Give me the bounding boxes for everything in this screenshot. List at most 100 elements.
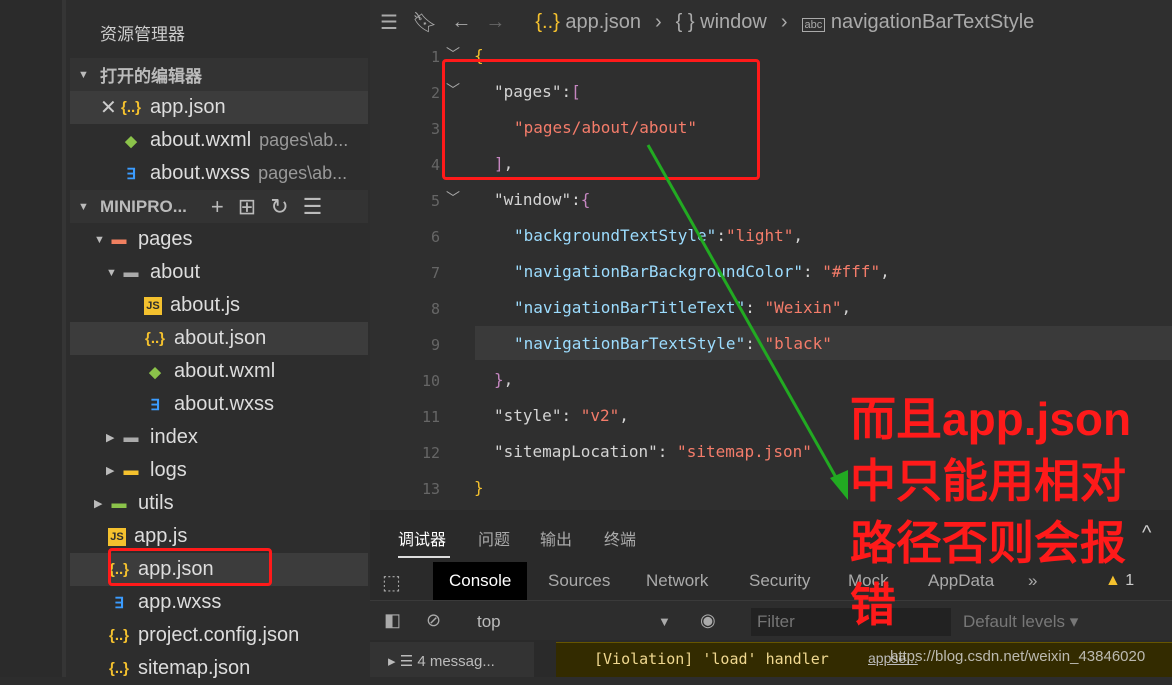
highlight-box xyxy=(442,59,760,180)
chevron-right-icon: › xyxy=(655,10,662,33)
explorer-sidebar: 资源管理器 ▼ 打开的编辑器 ✕ {..} app.json ◆ about.wxml p… xyxy=(70,0,368,679)
tree-item-sitemap-json[interactable]: {..} sitemap.json xyxy=(70,652,368,685)
folder-icon: ▬ xyxy=(123,264,139,281)
folder-icon: ▬ xyxy=(123,429,139,446)
clear-console-icon[interactable]: ⊘ xyxy=(426,610,441,631)
line-number: 5 xyxy=(430,192,440,210)
js-icon: JS xyxy=(108,527,126,546)
chevron-right-icon: › xyxy=(780,10,788,33)
folder-pages-icon: ▬ xyxy=(111,231,127,248)
chevron-right-icon[interactable]: ▶ xyxy=(106,464,120,477)
new-file-icon[interactable]: + xyxy=(211,194,238,219)
tree-item-about-wxss[interactable]: ∃ about.wxss xyxy=(70,388,368,421)
tree-item-project-config-json[interactable]: {..} project.config.json xyxy=(70,619,368,652)
panel-tab[interactable]: 调试器 xyxy=(398,526,446,550)
messages-item[interactable]: ▸ ☰ 4 messag... xyxy=(388,652,495,670)
close-icon[interactable]: ✕ xyxy=(100,95,120,120)
chevron-right-icon[interactable]: ▶ xyxy=(94,497,108,510)
dropdown-icon[interactable]: ▼ xyxy=(658,614,671,629)
tree-item-about-js[interactable]: JS about.js xyxy=(70,289,368,322)
file-name: app.wxss xyxy=(138,591,222,613)
eye-icon[interactable]: ◉ xyxy=(700,610,716,631)
line-number: 9 xyxy=(430,336,440,354)
chevron-down-icon[interactable]: ▼ xyxy=(106,267,120,279)
file-name: logs xyxy=(150,459,187,481)
section-label: 打开的编辑器 xyxy=(100,67,202,86)
tree-item-index[interactable]: ▶ ▬ index xyxy=(70,421,368,454)
string-icon: abc xyxy=(801,17,826,32)
highlight-box xyxy=(108,548,272,586)
wxss-icon: ∃ xyxy=(150,396,160,414)
tree-item-about-wxml[interactable]: ◆ about.wxml xyxy=(70,355,368,388)
outline-icon[interactable]: ☰ xyxy=(380,10,398,35)
console-log-message: [Violation] 'load' handler xyxy=(594,650,829,668)
file-name: about.js xyxy=(170,294,241,316)
open-file-about-wxml[interactable]: ◆ about.wxml pages\ab... xyxy=(70,124,368,157)
bookmark-icon[interactable]: 🔖︎ xyxy=(412,10,437,35)
chevron-down-icon[interactable]: ▼ xyxy=(94,234,108,246)
code-line-8: "navigationBarTitleText": "Weixin", xyxy=(514,298,852,317)
file-path: pages\ab... xyxy=(259,130,349,150)
explorer-title: 资源管理器 xyxy=(100,25,185,44)
panel-tab[interactable]: 终端 xyxy=(604,526,636,550)
breadcrumb-item[interactable]: app.json xyxy=(565,11,641,33)
object-icon: { } xyxy=(675,10,695,33)
json-icon: {..} xyxy=(108,627,129,644)
panel-tab[interactable]: 输出 xyxy=(540,526,572,550)
project-header[interactable]: ▼ MINIPRO... +⊞↻☰ xyxy=(70,190,368,223)
devtools-tab-network[interactable]: Network xyxy=(634,562,720,600)
open-editors-header[interactable]: ▼ 打开的编辑器 xyxy=(70,58,368,91)
chevron-right-icon[interactable]: ▶ xyxy=(106,431,120,444)
code-line-10: }, xyxy=(494,370,514,389)
line-number: 4 xyxy=(430,156,440,174)
inspect-icon[interactable]: ⬚ xyxy=(382,570,401,595)
tree-item-about[interactable]: ▼ ▬ about xyxy=(70,256,368,289)
breadcrumb-item[interactable]: navigationBarTextStyle xyxy=(831,11,1034,33)
devtools-tab-security[interactable]: Security xyxy=(737,562,822,600)
js-icon: JS xyxy=(144,296,162,315)
line-number: 6 xyxy=(430,228,440,246)
wxss-icon: ∃ xyxy=(114,594,124,612)
wxml-file-icon: ◆ xyxy=(125,132,137,150)
file-name: app.js xyxy=(134,525,188,547)
panel-tab[interactable]: 问题 xyxy=(478,526,510,550)
file-name: utils xyxy=(138,492,174,514)
new-folder-icon[interactable]: ⊞ xyxy=(238,194,270,219)
line-number: 10 xyxy=(421,372,440,390)
code-line-6: "backgroundTextStyle":"light", xyxy=(514,226,804,245)
tree-item-utils[interactable]: ▶ ▬ utils xyxy=(70,487,368,520)
fold-chevron-icon[interactable]: ﹀ xyxy=(446,188,460,208)
folder-logs-icon: ▬ xyxy=(123,462,139,479)
line-number: 2 xyxy=(430,84,440,102)
forward-icon[interactable]: → xyxy=(485,11,505,34)
chevron-down-icon: ▼ xyxy=(78,200,89,213)
file-name: about.json xyxy=(174,327,267,349)
file-name: about.wxss xyxy=(174,393,275,415)
tree-item-about-json[interactable]: {..} about.json xyxy=(70,322,368,355)
tree-item-logs[interactable]: ▶ ▬ logs xyxy=(70,454,368,487)
line-number: 1 xyxy=(430,48,440,66)
chevron-down-icon: ▼ xyxy=(78,68,89,81)
open-file-about-wxss[interactable]: ∃ about.wxss pages\ab... xyxy=(70,157,368,190)
file-name: about xyxy=(150,261,201,283)
line-number: 8 xyxy=(430,300,440,318)
sidebar-toggle-icon[interactable]: ◧ xyxy=(384,610,401,631)
code-line-13: } xyxy=(474,478,484,497)
json-file-icon: {..} xyxy=(120,99,141,116)
devtools-tab-console[interactable]: Console xyxy=(433,562,528,600)
tree-item-app-wxss[interactable]: ∃ app.wxss xyxy=(70,586,368,619)
json-icon: {..} xyxy=(144,330,165,347)
tree-item-pages[interactable]: ▼ ▬ pages xyxy=(70,223,368,256)
annotation-text: 而且app.json中只能用相对路径否则会报错 xyxy=(850,393,1132,631)
refresh-icon[interactable]: ↻ xyxy=(270,194,302,219)
back-icon[interactable]: ← xyxy=(451,11,471,34)
open-file-app-json[interactable]: ✕ {..} app.json xyxy=(70,91,368,124)
context-select[interactable]: top xyxy=(477,612,501,632)
file-name: about.wxss xyxy=(150,162,251,184)
collapse-icon[interactable]: ☰ xyxy=(303,194,337,219)
line-number: 12 xyxy=(421,444,440,462)
json-icon: {..} xyxy=(108,660,129,677)
folder-utils-icon: ▬ xyxy=(111,495,127,512)
breadcrumb-item[interactable]: window xyxy=(700,11,767,33)
devtools-tab-sources[interactable]: Sources xyxy=(536,562,622,600)
